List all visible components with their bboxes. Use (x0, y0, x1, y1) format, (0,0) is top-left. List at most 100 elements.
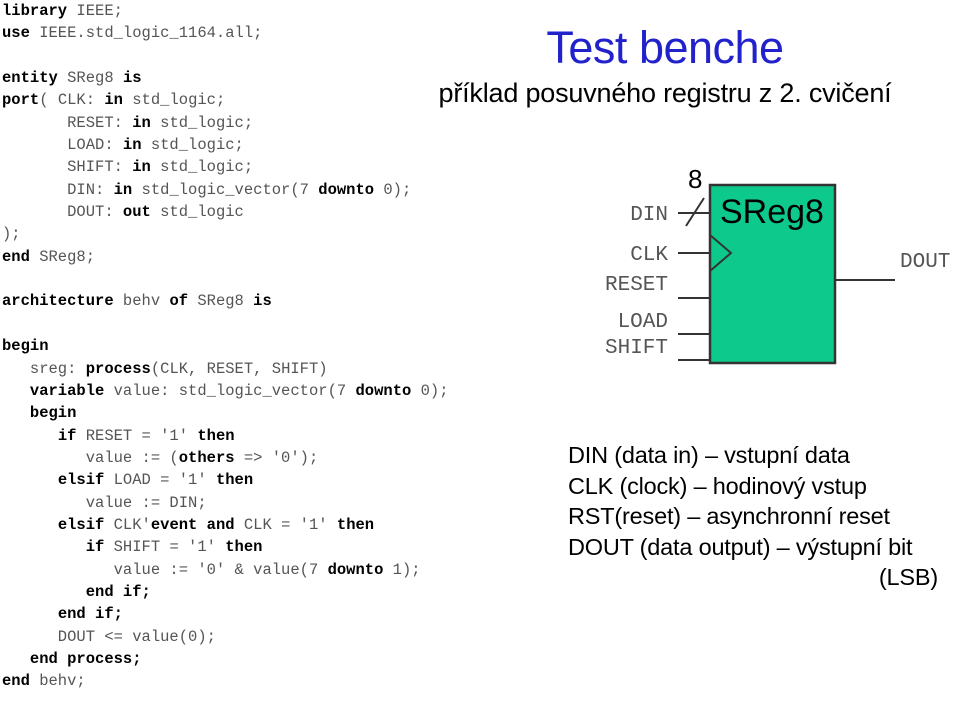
code-text: IEEE.std_logic_1164.all; (29, 24, 263, 43)
code-keyword: in (122, 136, 142, 155)
code-text: behv; (29, 672, 86, 691)
code-text: ); (2, 225, 21, 244)
code-text: sreg: (2, 359, 86, 378)
code-keyword: library (2, 2, 68, 20)
port-label-dout: DOUT (900, 251, 950, 274)
code-keyword: in (132, 158, 151, 177)
code-text: LOAD: (2, 136, 123, 155)
code-keyword: downto (318, 180, 375, 199)
code-line: if RESET = '1' then (0, 425, 580, 447)
code-text: SHIFT = '1' (104, 538, 226, 557)
code-line: elsif CLK'event and CLK = '1' then (0, 514, 580, 536)
code-keyword: if (85, 538, 105, 557)
legend-line-rst: RST(reset) – asynchronní reset (568, 503, 890, 529)
code-line: LOAD: in std_logic; (0, 134, 580, 156)
code-line: library IEEE; (0, 0, 580, 22)
code-text: value := '0' & value(7 (2, 560, 328, 579)
code-line: value := DIN; (0, 492, 580, 514)
code-keyword: is (122, 69, 142, 88)
page-title: Test benche (546, 22, 784, 73)
code-text: SHIFT: (2, 158, 133, 177)
signal-legend: DIN (data in) – vstupní data CLK (clock)… (568, 440, 960, 593)
code-text: => '0'); (234, 448, 319, 467)
code-line: architecture behv of SReg8 is (0, 290, 580, 312)
code-line: SHIFT: in std_logic; (0, 156, 580, 178)
code-keyword: port (2, 91, 40, 110)
port-label-clk: CLK (630, 244, 668, 267)
code-keyword: process (85, 359, 151, 378)
code-text: DIN: (2, 180, 114, 199)
code-text: SReg8 (188, 292, 254, 311)
code-line: begin (0, 402, 580, 424)
code-text: std_logic (150, 203, 244, 222)
code-line: if SHIFT = '1' then (0, 536, 580, 558)
code-text: SReg8 (57, 69, 123, 88)
code-text: CLK' (104, 515, 151, 534)
code-keyword: downto (327, 560, 384, 579)
code-keyword: then (336, 515, 375, 534)
code-line: DIN: in std_logic_vector(7 downto 0); (0, 179, 580, 201)
code-text: SReg8; (29, 247, 96, 266)
code-text: value := DIN; (2, 493, 207, 512)
code-keyword: end if; (85, 582, 151, 601)
code-text: std_logic; (150, 158, 254, 177)
code-text: 0); (411, 381, 449, 400)
code-text: RESET = '1' (76, 426, 198, 445)
title-block: Test benche příklad posuvného registru z… (370, 22, 960, 110)
code-keyword: then (215, 471, 254, 490)
code-keyword: variable (29, 381, 105, 400)
block-name-label: SReg8 (720, 193, 824, 231)
code-line: elsif LOAD = '1' then (0, 469, 580, 491)
sreg8-block-diagram: SReg8 DIN 8 CLK RESET LOAD SHIFT DOUT (540, 150, 960, 375)
code-line: end if; (0, 581, 580, 603)
code-text: DOUT <= value(0); (2, 627, 216, 646)
code-keyword: architecture (2, 292, 114, 311)
code-line: end behv; (0, 670, 580, 692)
code-line: end SReg8; (0, 246, 580, 268)
code-keyword: then (197, 426, 235, 445)
code-line: ); (0, 223, 580, 245)
code-text: value: std_logic_vector(7 (104, 381, 356, 400)
code-keyword: event and (150, 515, 235, 534)
code-text: value := ( (2, 448, 179, 467)
code-line: value := (others => '0'); (0, 447, 580, 469)
code-text: behv (113, 292, 170, 311)
code-keyword: in (104, 91, 123, 110)
legend-line-lsb: (LSB) (878, 564, 938, 590)
code-line: value := '0' & value(7 downto 1); (0, 559, 580, 581)
code-text: 1); (383, 560, 421, 579)
code-keyword: of (169, 292, 189, 311)
code-line: RESET: in std_logic; (0, 112, 580, 134)
code-text: (CLK, RESET, SHIFT) (150, 359, 328, 378)
code-line: variable value: std_logic_vector(7 downt… (0, 380, 580, 402)
port-label-shift: SHIFT (605, 337, 668, 360)
legend-line-dout: DOUT (data output) – výstupní bit (568, 533, 913, 560)
code-text: LOAD = '1' (104, 471, 216, 490)
code-keyword: begin (29, 404, 77, 423)
code-keyword: end (2, 247, 30, 266)
port-label-load: LOAD (618, 311, 668, 334)
code-line: end if; (0, 603, 580, 625)
code-keyword: elsif (57, 471, 105, 490)
legend-line-clk: CLK (clock) – hodinový vstup (568, 472, 867, 499)
code-text: std_logic; (122, 91, 226, 110)
code-text: std_logic_vector(7 (132, 180, 319, 199)
code-keyword: in (132, 113, 151, 132)
code-keyword: entity (2, 69, 58, 88)
code-text: std_logic; (150, 113, 254, 132)
code-line: sreg: process(CLK, RESET, SHIFT) (0, 358, 580, 380)
code-text: 0); (374, 180, 412, 199)
code-keyword: then (225, 538, 263, 557)
code-keyword: others (178, 448, 235, 467)
code-keyword: in (113, 180, 133, 199)
